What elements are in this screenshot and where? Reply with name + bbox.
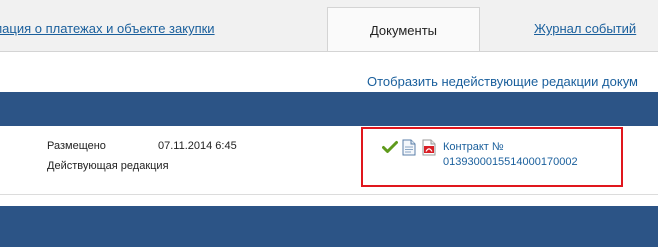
edition-label: Действующая редакция	[47, 160, 169, 172]
pdf-icon[interactable]	[422, 139, 436, 161]
check-icon	[382, 140, 398, 159]
tab-payment-info[interactable]: рмация о платежах и объекте закупки	[0, 0, 215, 51]
show-inactive-editions-link[interactable]: Отобразить недействующие редакции докум	[367, 74, 638, 89]
contract-number: 0139300015514000170002	[443, 156, 578, 168]
status-date: 07.11.2014 6:45	[158, 140, 237, 152]
tab-event-log[interactable]: Журнал событий	[534, 0, 636, 51]
status-label: Размещено	[47, 140, 106, 152]
tab-bar: рмация о платежах и объекте закупки Доку…	[0, 0, 658, 52]
tab-documents[interactable]: Документы	[327, 7, 480, 52]
document-icon[interactable]	[402, 139, 416, 161]
table-footer-band	[0, 206, 658, 247]
contract-link-title: Контракт №	[443, 141, 504, 153]
row-divider	[0, 194, 658, 195]
table-header-band	[0, 92, 658, 126]
tab-bar-divider	[0, 51, 658, 52]
contract-document-link[interactable]: Контракт № 0139300015514000170002	[443, 140, 623, 170]
